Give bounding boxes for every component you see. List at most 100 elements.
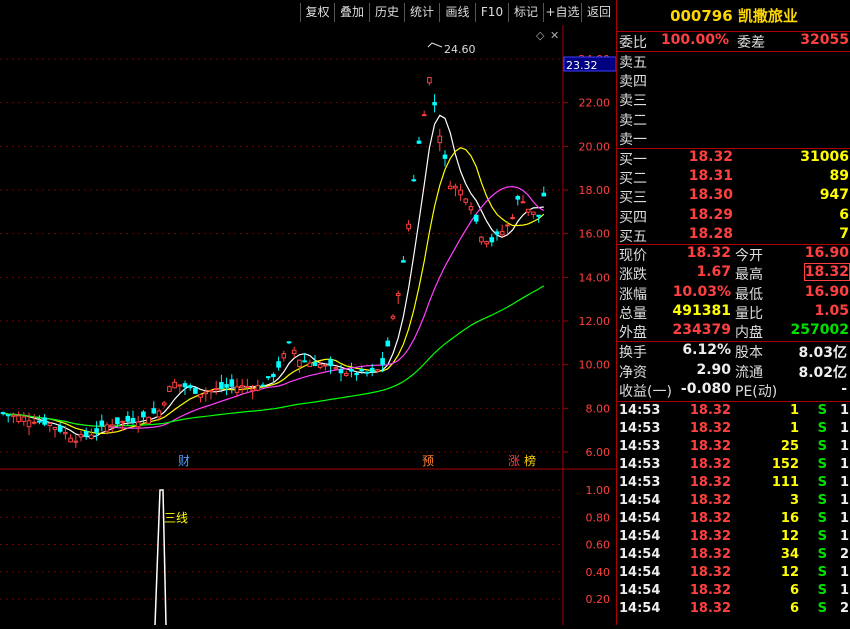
tick-time: 14:53	[619, 421, 661, 436]
quote-label: 涨幅	[619, 286, 647, 303]
stock-terminal: 复权 叠加 历史 统计 画线 F10 标记 +自选 返回 24.0022.002…	[0, 0, 850, 626]
ask-level-label: 卖二	[619, 112, 647, 129]
quote-row: 涨跌 1.67 最高 18.32	[617, 263, 850, 284]
tick-time: 14:54	[619, 583, 661, 598]
tick-row[interactable]: 14:54 18.32 34 S 2	[617, 547, 850, 565]
bid-level-label: 买五	[619, 228, 647, 245]
quote-label: 最高	[735, 267, 763, 284]
tick-row[interactable]: 14:53 18.32 152 S 1	[617, 457, 850, 475]
fundamental-row: 净资 2.90 流通 8.02亿	[617, 362, 850, 381]
bid-row[interactable]: 买三 18.30 947	[617, 187, 850, 206]
current-price-tag-text: 23.32	[566, 59, 598, 72]
back-button[interactable]: 返回	[581, 3, 616, 22]
fundamental-value: 8.03亿	[798, 345, 847, 361]
tick-price: 18.32	[689, 421, 731, 436]
price-chart-panel[interactable]: 24.0022.0020.0018.0016.0014.0012.0010.00…	[0, 25, 617, 470]
tick-count: 1	[839, 457, 849, 472]
tick-price: 18.32	[689, 583, 731, 598]
marker-list[interactable]: 榜	[524, 453, 536, 468]
price-axis-tick: 14.00	[579, 271, 611, 284]
mark-button[interactable]: 标记	[508, 3, 543, 22]
bid-row[interactable]: 买二 18.31 89	[617, 168, 850, 187]
price-axis-tick: 18.00	[579, 184, 611, 197]
indicator-chart[interactable]: 1.00 0.80 0.60 0.40 0.20 三线	[0, 470, 616, 626]
tick-row[interactable]: 14:54 18.32 6 S 2	[617, 601, 850, 619]
tick-count: 1	[839, 403, 849, 418]
ask-row[interactable]: 卖二	[617, 110, 850, 129]
tick-count: 2	[839, 547, 849, 562]
stock-title[interactable]: 000796 凯撒旅业	[617, 0, 850, 32]
statistics-button[interactable]: 统计	[404, 3, 439, 22]
tick-volume: 6	[789, 583, 799, 598]
add-favorite-button[interactable]: +自选	[543, 3, 581, 22]
quote-label: 量比	[735, 305, 763, 322]
chart-toolbar: 复权 叠加 历史 统计 画线 F10 标记 +自选 返回	[0, 0, 616, 25]
fundamental-label: 收益(一)	[619, 384, 672, 400]
ask-row[interactable]: 卖五	[617, 52, 850, 71]
price-axis-tick: 22.00	[579, 97, 611, 110]
tick-count: 1	[839, 529, 849, 544]
bid-row[interactable]: 买一 18.32 31006	[617, 149, 850, 168]
quote-value: 16.90	[804, 283, 849, 300]
tick-count: 1	[839, 439, 849, 454]
fundamental-label: PE(动)	[735, 384, 778, 400]
tick-count: 1	[839, 583, 849, 598]
indicator-axis-tick: 0.20	[586, 593, 611, 606]
quote-label: 总量	[619, 305, 647, 322]
indicator-chart-panel[interactable]: 1.00 0.80 0.60 0.40 0.20 三线	[0, 470, 616, 626]
tick-count: 1	[839, 565, 849, 580]
ask-row[interactable]: 卖一	[617, 129, 850, 148]
order-diff-label: 委差	[737, 35, 765, 51]
tick-row[interactable]: 14:53 18.32 111 S 1	[617, 475, 850, 493]
tick-price: 18.32	[689, 529, 731, 544]
candlestick-chart[interactable]: 24.0022.0020.0018.0016.0014.0012.0010.00…	[0, 25, 617, 470]
tick-price: 18.32	[689, 547, 731, 562]
tick-count: 2	[839, 601, 849, 616]
bid-level-label: 买三	[619, 190, 647, 207]
quote-value: 18.32	[686, 245, 731, 261]
tick-row[interactable]: 14:53 18.32 1 S 1	[617, 403, 850, 421]
ask-row[interactable]: 卖四	[617, 71, 850, 90]
ask-level-label: 卖一	[619, 131, 647, 148]
close-icon[interactable]: ✕	[550, 29, 559, 42]
tick-row[interactable]: 14:54 18.32 12 S 1	[617, 529, 850, 547]
marker-limit-up[interactable]: 涨	[508, 453, 520, 468]
bid-row[interactable]: 买五 18.28 7	[617, 226, 850, 245]
bid-volume: 89	[829, 168, 849, 185]
restore-rights-button[interactable]: 复权	[300, 3, 334, 22]
tick-time: 14:54	[619, 547, 661, 562]
marker-finance[interactable]: 财	[178, 454, 190, 468]
tick-row[interactable]: 14:54 18.32 16 S 1	[617, 511, 850, 529]
history-button[interactable]: 历史	[369, 3, 404, 22]
diamond-icon[interactable]: ◇	[536, 29, 545, 42]
quote-value: 234379	[672, 322, 731, 339]
tick-time: 14:54	[619, 529, 661, 544]
quote-panel: 000796 凯撒旅业 委比 100.00% 委差 32055 卖五 卖四 卖三…	[616, 0, 850, 625]
tick-side: S	[817, 439, 827, 454]
marker-forecast[interactable]: 预	[422, 454, 434, 468]
fundamental-value: -0.080	[680, 381, 731, 397]
tick-row[interactable]: 14:53 18.32 1 S 1	[617, 421, 850, 439]
price-axis-tick: 10.00	[579, 359, 611, 372]
tick-time: 14:54	[619, 511, 661, 526]
quote-value: 10.03%	[672, 283, 731, 300]
tick-row[interactable]: 14:54 18.32 6 S 1	[617, 583, 850, 601]
tick-row[interactable]: 14:54 18.32 12 S 1	[617, 565, 850, 583]
indicator-axis-tick: 0.80	[586, 511, 611, 524]
tick-time: 14:53	[619, 403, 661, 418]
fundamental-label: 股本	[735, 345, 763, 361]
draw-line-button[interactable]: 画线	[439, 3, 475, 22]
f10-button[interactable]: F10	[475, 3, 508, 22]
tick-row[interactable]: 14:54 18.32 3 S 1	[617, 493, 850, 511]
fundamental-value: 2.90	[696, 361, 731, 378]
tick-side: S	[817, 493, 827, 508]
ask-row[interactable]: 卖三	[617, 90, 850, 109]
tick-price: 18.32	[689, 511, 731, 526]
ask-level-label: 卖三	[619, 93, 647, 110]
quote-row: 总量 491381 量比 1.05	[617, 303, 850, 322]
tick-row[interactable]: 14:53 18.32 25 S 1	[617, 439, 850, 457]
fundamental-row: 换手 6.12% 股本 8.03亿	[617, 342, 850, 361]
tick-time: 14:53	[619, 439, 661, 454]
overlay-button[interactable]: 叠加	[334, 3, 369, 22]
bid-row[interactable]: 买四 18.29 6	[617, 207, 850, 226]
